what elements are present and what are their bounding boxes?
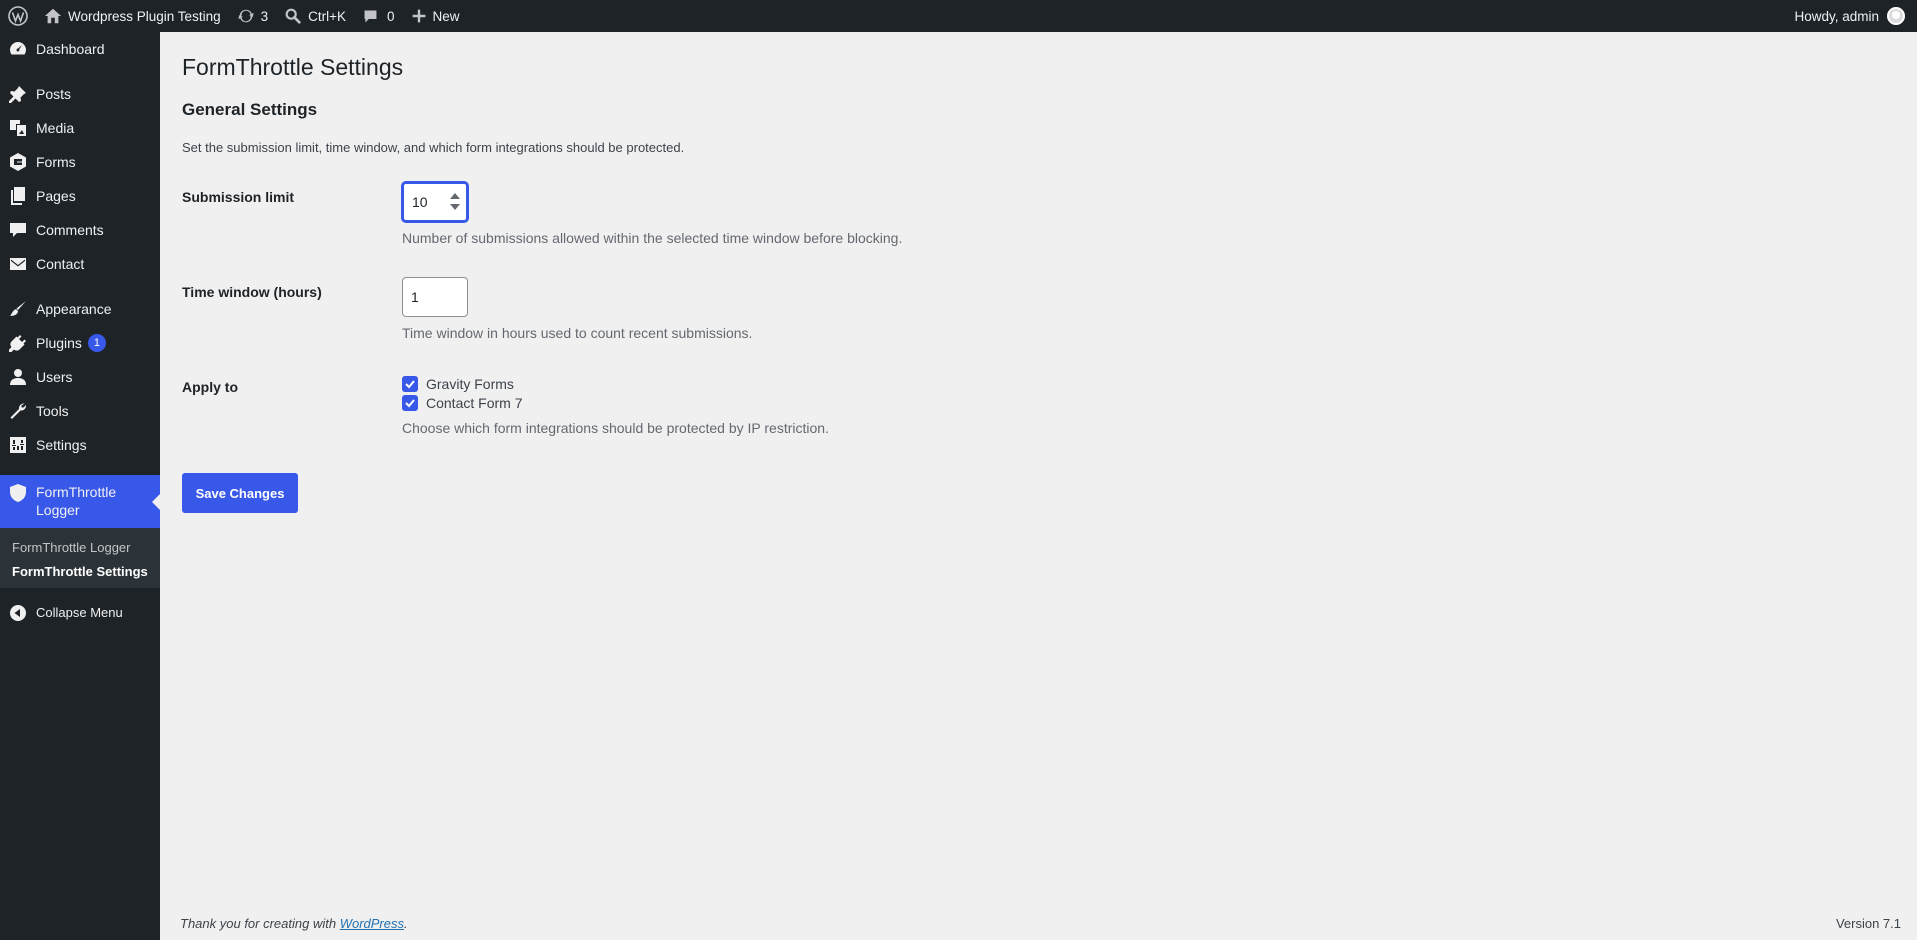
apply-to-label: Apply to bbox=[182, 379, 238, 395]
apply-to-description: Choose which form integrations should be… bbox=[402, 420, 829, 436]
save-changes-button[interactable]: Save Changes bbox=[182, 473, 298, 513]
forms-icon bbox=[0, 145, 36, 179]
time-window-input[interactable]: 1 bbox=[402, 277, 468, 317]
admin-bar: Wordpress Plugin Testing 3 Ctrl+K 0 New … bbox=[0, 0, 1917, 32]
comments-count: 0 bbox=[387, 8, 395, 24]
sidebar-item-label: Contact bbox=[36, 256, 85, 272]
gravity-forms-checkbox[interactable] bbox=[402, 376, 418, 392]
submission-limit-description: Number of submissions allowed within the… bbox=[402, 230, 903, 246]
sidebar-item-formthrottle-logger[interactable]: FormThrottle Logger bbox=[0, 475, 160, 529]
submission-limit-label: Submission limit bbox=[182, 189, 295, 205]
new-label: New bbox=[432, 8, 460, 24]
site-name: Wordpress Plugin Testing bbox=[68, 8, 221, 24]
sidebar-item-label: Media bbox=[36, 120, 75, 136]
wordpress-link[interactable]: WordPress bbox=[340, 916, 404, 931]
updates-icon bbox=[237, 7, 255, 25]
pin-icon bbox=[0, 77, 36, 111]
wordpress-logo-icon[interactable] bbox=[0, 0, 36, 32]
contact-form-7-label: Contact Form 7 bbox=[426, 395, 523, 411]
submenu-item-formthrottle-logger[interactable]: FormThrottle Logger bbox=[12, 540, 131, 555]
dashboard-icon bbox=[0, 32, 36, 66]
footer-period: . bbox=[404, 916, 408, 931]
sidebar-item-tools[interactable]: Tools bbox=[0, 394, 160, 428]
number-spinner[interactable] bbox=[450, 193, 460, 213]
section-title: General Settings bbox=[182, 100, 318, 119]
sidebar-item-label: Settings bbox=[36, 437, 87, 453]
submission-limit-value: 10 bbox=[412, 194, 428, 210]
collapse-arrow-icon bbox=[0, 596, 36, 630]
user-icon bbox=[0, 360, 36, 394]
page-title: FormThrottle Settings bbox=[182, 54, 404, 80]
comment-icon bbox=[362, 8, 379, 25]
media-icon bbox=[0, 111, 36, 145]
submenu-item-formthrottle-settings[interactable]: FormThrottle Settings bbox=[12, 564, 148, 579]
sidebar-item-plugins[interactable]: Plugins 1 bbox=[0, 326, 160, 360]
updates-link[interactable]: 3 bbox=[229, 0, 277, 32]
time-window-label: Time window (hours) bbox=[182, 284, 322, 300]
section-description: Set the submission limit, time window, a… bbox=[182, 140, 685, 155]
wrench-icon bbox=[0, 394, 36, 428]
settings-icon bbox=[0, 428, 36, 462]
footer-thanks: Thank you for creating with WordPress. bbox=[180, 916, 408, 931]
brush-icon bbox=[0, 292, 36, 326]
main-content: FormThrottle Settings General Settings S… bbox=[160, 32, 1917, 940]
sidebar-item-label: Dashboard bbox=[36, 41, 105, 57]
contact-form-7-checkbox[interactable] bbox=[402, 395, 418, 411]
sidebar-item-appearance[interactable]: Appearance bbox=[0, 292, 160, 326]
shield-icon bbox=[0, 483, 36, 503]
search-link[interactable]: Ctrl+K bbox=[276, 0, 354, 32]
spinner-down-icon[interactable] bbox=[450, 204, 460, 210]
sidebar-item-label: Appearance bbox=[36, 301, 112, 317]
collapse-menu-label: Collapse Menu bbox=[36, 605, 123, 620]
home-icon bbox=[44, 7, 62, 25]
contact-form-7-option[interactable]: Contact Form 7 bbox=[402, 395, 522, 411]
sidebar-item-pages[interactable]: Pages bbox=[0, 179, 160, 213]
sidebar-item-label: Plugins bbox=[36, 335, 82, 351]
sidebar-item-label: FormThrottle Logger bbox=[36, 484, 117, 518]
account-menu[interactable]: Howdy, admin bbox=[1786, 0, 1917, 32]
updates-count: 3 bbox=[260, 8, 269, 24]
footer-version: Version 7.1 bbox=[1835, 916, 1901, 931]
spinner-up-icon[interactable] bbox=[450, 193, 460, 199]
comments-link[interactable]: 0 bbox=[354, 0, 403, 32]
sidebar-item-forms[interactable]: Forms bbox=[0, 145, 160, 179]
admin-sidebar: Dashboard Posts Media Forms Pages Commen… bbox=[0, 32, 160, 940]
sidebar-item-label: Forms bbox=[36, 154, 76, 170]
sidebar-item-contact[interactable]: Contact bbox=[0, 247, 160, 281]
sidebar-item-posts[interactable]: Posts bbox=[0, 77, 160, 111]
search-shortcut: Ctrl+K bbox=[308, 8, 346, 24]
sidebar-item-settings[interactable]: Settings bbox=[0, 428, 160, 462]
new-content-link[interactable]: New bbox=[403, 0, 468, 32]
footer-thanks-text: Thank you for creating with bbox=[180, 916, 340, 931]
sidebar-item-users[interactable]: Users bbox=[0, 360, 160, 394]
sidebar-item-label: Pages bbox=[36, 188, 76, 204]
gravity-forms-label: Gravity Forms bbox=[426, 376, 514, 392]
plus-icon bbox=[411, 8, 427, 24]
sidebar-item-comments[interactable]: Comments bbox=[0, 213, 160, 247]
sidebar-item-label: Comments bbox=[36, 222, 104, 238]
search-icon bbox=[284, 7, 302, 25]
time-window-description: Time window in hours used to count recen… bbox=[402, 325, 753, 341]
gravity-forms-option[interactable]: Gravity Forms bbox=[402, 376, 514, 392]
sidebar-item-label: Users bbox=[36, 369, 73, 385]
sidebar-item-label: Tools bbox=[36, 403, 69, 419]
sidebar-item-label: Posts bbox=[36, 86, 72, 102]
submission-limit-input[interactable]: 10 bbox=[402, 182, 468, 222]
sidebar-item-media[interactable]: Media bbox=[0, 111, 160, 145]
mail-icon bbox=[0, 247, 36, 281]
plugin-icon bbox=[0, 326, 36, 360]
time-window-value: 1 bbox=[411, 289, 419, 305]
formthrottle-submenu: FormThrottle Logger FormThrottle Setting… bbox=[0, 528, 160, 588]
comment-icon bbox=[0, 213, 36, 247]
sidebar-item-dashboard[interactable]: Dashboard bbox=[0, 32, 160, 66]
avatar bbox=[1887, 7, 1905, 25]
plugins-update-badge: 1 bbox=[87, 334, 106, 352]
pages-icon bbox=[0, 179, 36, 213]
site-name-link[interactable]: Wordpress Plugin Testing bbox=[36, 0, 229, 32]
collapse-menu-button[interactable]: Collapse Menu bbox=[0, 596, 160, 630]
greeting: Howdy, admin bbox=[1794, 8, 1879, 24]
